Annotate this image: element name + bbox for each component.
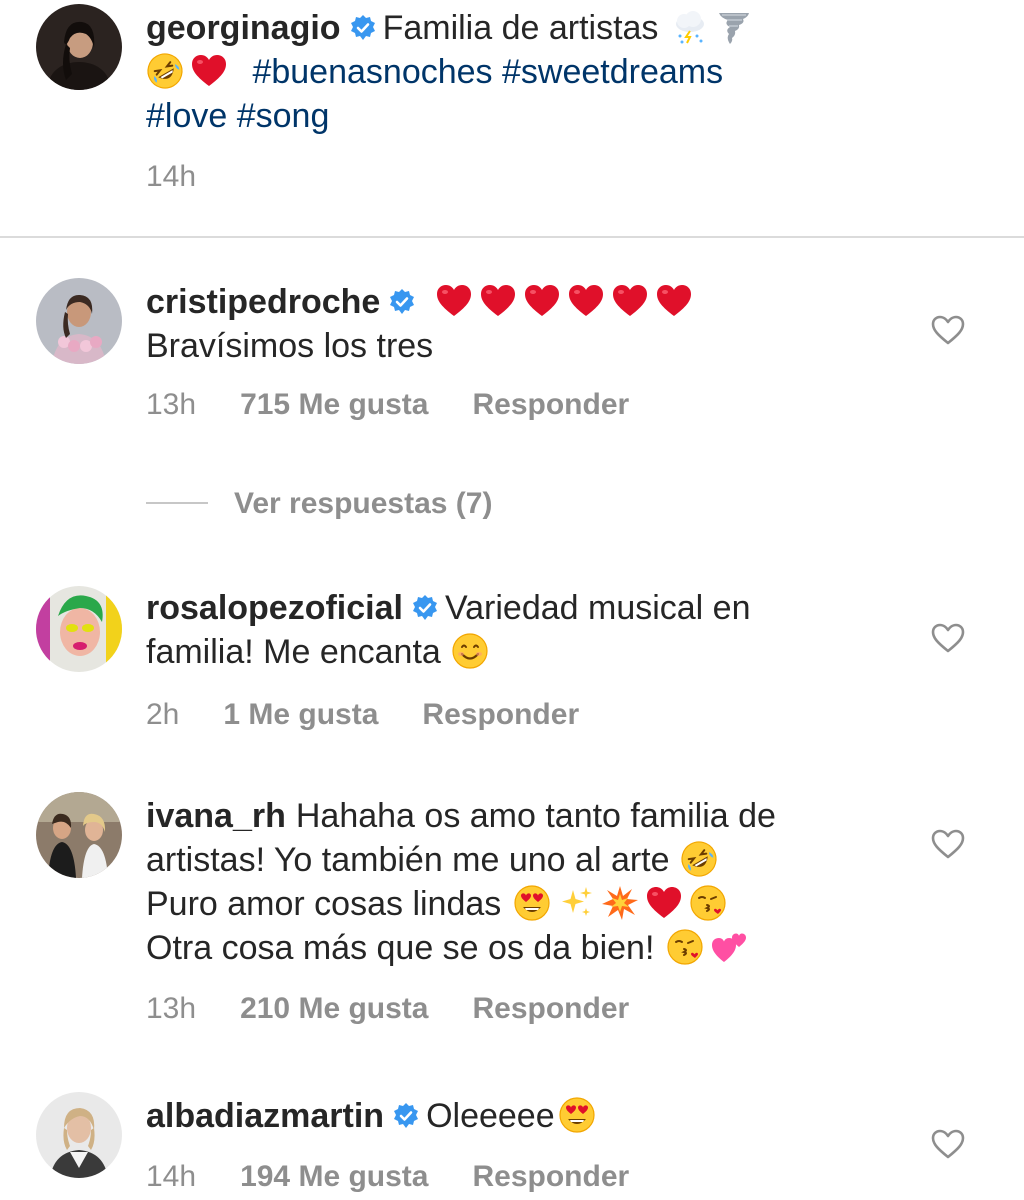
- view-replies-button[interactable]: Ver respuestas (7): [146, 487, 492, 527]
- like-heart-icon[interactable]: [930, 622, 966, 654]
- red-heart-emoji: [655, 282, 693, 320]
- avatar-ivana_rh: [36, 792, 122, 878]
- comment: ivana_rh Hahaha os amo tanto familia de a…: [0, 780, 1024, 1050]
- caption-text-line1: Familia de artistas: [382, 9, 659, 47]
- red-heart-emoji: [645, 884, 683, 922]
- heart-eyes-emoji: [558, 1096, 596, 1134]
- rolling-laughing-emoji: [680, 840, 718, 878]
- comment-text: cristipedroche Bravísimos los tres: [146, 280, 886, 368]
- reply-button[interactable]: Responder: [472, 992, 629, 1025]
- caption-hashtags-2[interactable]: #love #song: [146, 97, 329, 135]
- avatar-cristipedroche: [36, 278, 122, 364]
- like-count[interactable]: 194 Me gusta: [240, 1160, 428, 1193]
- comment-username[interactable]: ivana_rh: [146, 797, 286, 835]
- caption-time: 14h: [146, 160, 197, 193]
- comment: albadiazmartin Oleeeee 14h 194 Me gusta Res…: [0, 1080, 1024, 1198]
- comment: rosalopezoficial Variedad musical en fami…: [0, 572, 1024, 752]
- like-count[interactable]: 715 Me gusta: [240, 388, 428, 421]
- caption-meta: 14h: [146, 160, 240, 200]
- avatar[interactable]: [36, 278, 122, 364]
- comment-meta: 14h 194 Me gusta Responder: [146, 1160, 673, 1200]
- comment-text: albadiazmartin Oleeeee: [146, 1094, 886, 1138]
- comment: cristipedroche Bravísimos los tres 13h 71…: [0, 238, 1024, 478]
- avatar-albadiazmartin: [36, 1092, 122, 1178]
- reply-button[interactable]: Responder: [472, 1160, 629, 1193]
- two-hearts-emoji: [710, 928, 748, 966]
- comment-username[interactable]: cristipedroche: [146, 283, 380, 321]
- comment-body-line2: familia! Me encanta: [146, 633, 441, 671]
- comment-body: Bravísimos los tres: [146, 327, 434, 365]
- comment-meta: 2h 1 Me gusta Responder: [146, 698, 623, 738]
- avatar[interactable]: [36, 792, 122, 878]
- verified-badge-icon: [411, 594, 439, 622]
- comment-meta: 13h 715 Me gusta Responder: [146, 388, 673, 428]
- collision-emoji: [601, 884, 639, 922]
- caption-username[interactable]: georginagio: [146, 9, 341, 47]
- kiss-face-emoji: [689, 884, 727, 922]
- smiling-face-emoji: [451, 632, 489, 670]
- red-heart-emoji: [435, 282, 473, 320]
- comment-username[interactable]: rosalopezoficial: [146, 589, 403, 627]
- verified-badge-icon: [392, 1102, 420, 1130]
- comment-body-line1: Hahaha os amo tanto familia de: [295, 797, 776, 835]
- avatar[interactable]: [36, 4, 122, 90]
- red-heart-emoji: [611, 282, 649, 320]
- cloud-lightning-rain-emoji: [671, 8, 709, 46]
- like-heart-icon[interactable]: [930, 314, 966, 346]
- verified-badge-icon: [349, 14, 377, 42]
- comment-text: rosalopezoficial Variedad musical en fami…: [146, 586, 886, 674]
- reply-button[interactable]: Responder: [472, 388, 629, 421]
- red-heart-emoji: [523, 282, 561, 320]
- like-heart-icon[interactable]: [930, 1128, 966, 1160]
- rolling-laughing-emoji: [146, 52, 184, 90]
- comment-body-line1: Variedad musical en: [444, 589, 751, 627]
- like-count[interactable]: 210 Me gusta: [240, 992, 428, 1025]
- comment-time: 13h: [146, 388, 197, 421]
- comment-username[interactable]: albadiazmartin: [146, 1097, 384, 1135]
- comment-meta: 13h 210 Me gusta Responder: [146, 992, 673, 1032]
- comment-time: 13h: [146, 992, 197, 1025]
- comment-time: 2h: [146, 698, 180, 731]
- comment-body-line4: Otra cosa más que se os da bien!: [146, 929, 655, 967]
- reply-button[interactable]: Responder: [422, 698, 579, 731]
- caption-hashtags-1[interactable]: #buenasnoches #sweetdreams: [252, 53, 723, 91]
- heart-eyes-emoji: [513, 884, 551, 922]
- caption-text: georginagio Familia de artistas #buenasno…: [146, 6, 886, 138]
- kiss-face-emoji: [666, 928, 704, 966]
- avatar-rosalopezoficial: [36, 586, 122, 672]
- comment-body: Oleeeee: [426, 1097, 555, 1135]
- post-caption: georginagio Familia de artistas #buenasno…: [0, 0, 1024, 236]
- comment-time: 14h: [146, 1160, 197, 1193]
- avatar-georginagio: [36, 4, 122, 90]
- like-count[interactable]: 1 Me gusta: [223, 698, 378, 731]
- avatar[interactable]: [36, 586, 122, 672]
- replies-divider-line: [146, 502, 208, 504]
- sparkles-emoji: [557, 884, 595, 922]
- red-heart-emoji: [567, 282, 605, 320]
- verified-badge-icon: [388, 288, 416, 316]
- red-heart-emoji: [479, 282, 517, 320]
- like-heart-icon[interactable]: [930, 828, 966, 860]
- red-heart-emoji: [190, 52, 228, 90]
- comment-body-line3: Puro amor cosas lindas: [146, 885, 502, 923]
- comment-text: ivana_rh Hahaha os amo tanto familia de a…: [146, 794, 886, 970]
- avatar[interactable]: [36, 1092, 122, 1178]
- tornado-emoji: [715, 8, 753, 46]
- comment-body-line2: artistas! Yo también me uno al arte: [146, 841, 670, 879]
- view-replies-label: Ver respuestas (7): [234, 487, 493, 520]
